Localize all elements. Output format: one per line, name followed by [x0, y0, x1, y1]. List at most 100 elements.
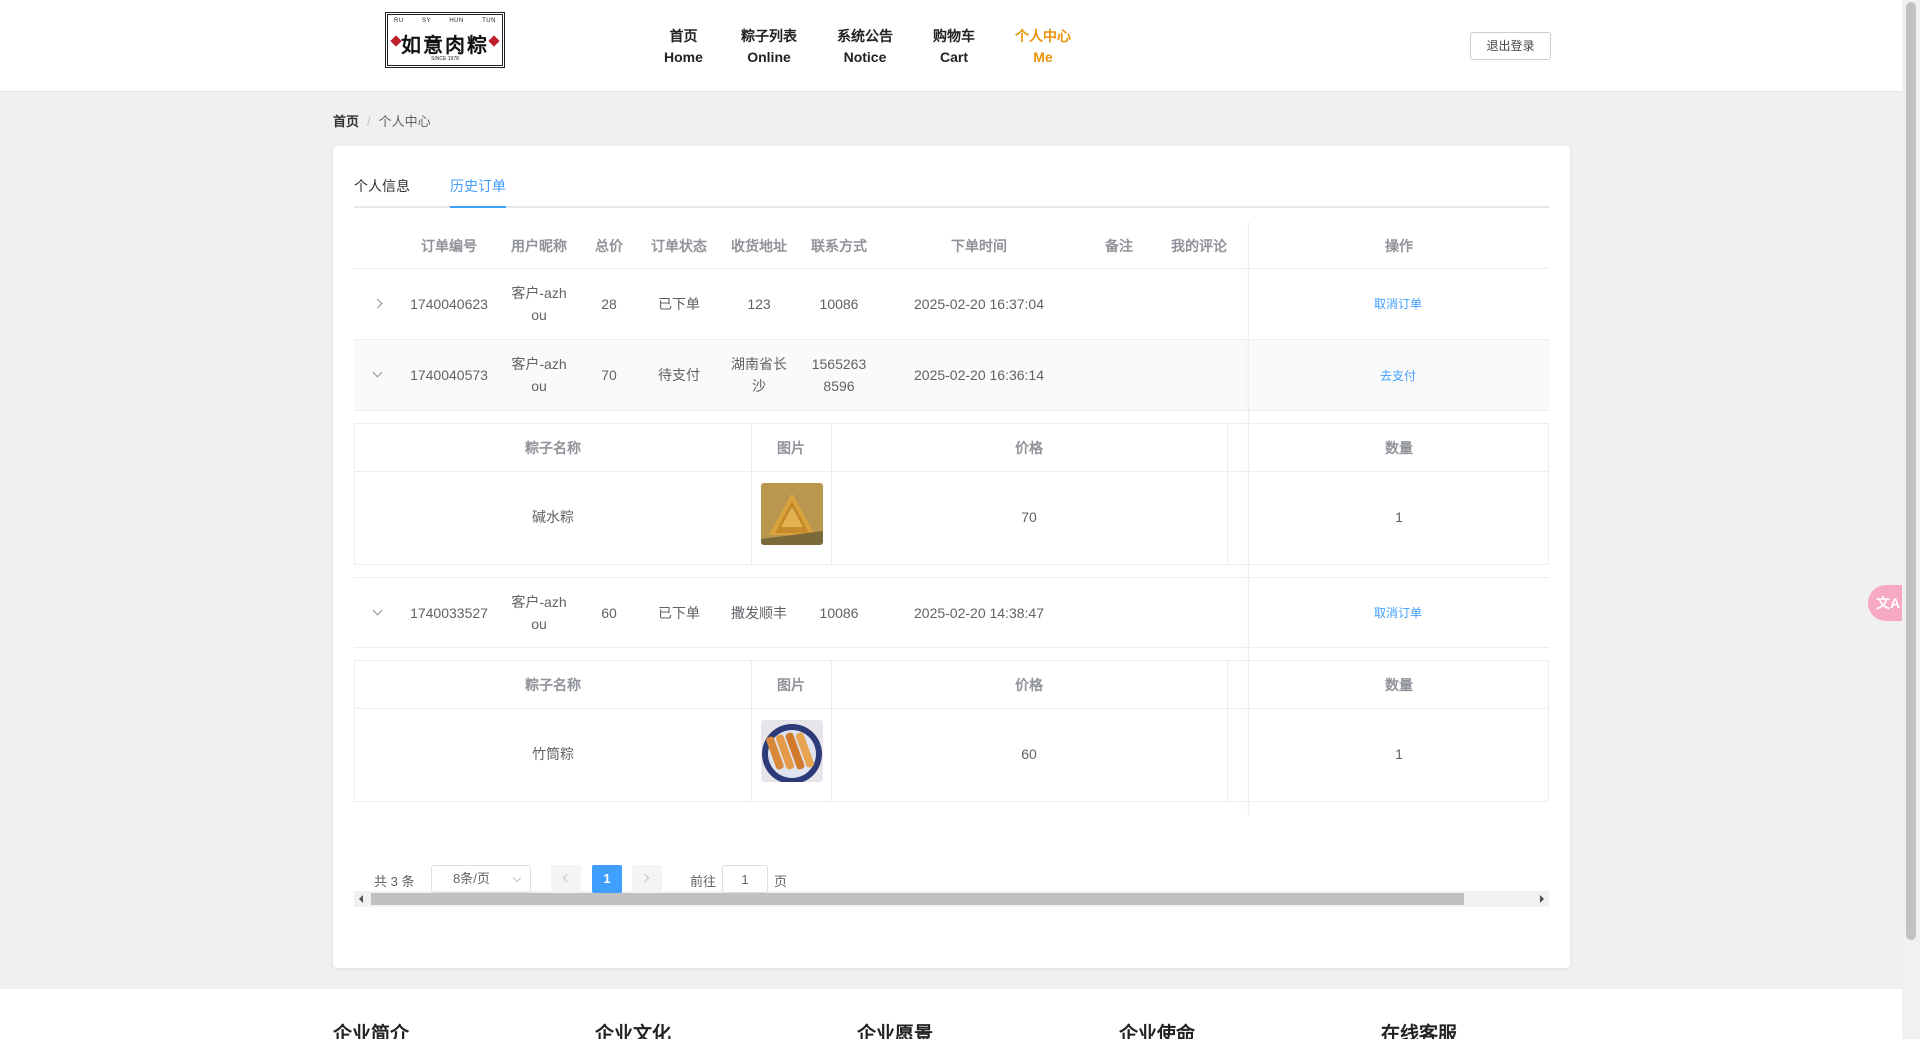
expand-chevron-down-icon[interactable]	[372, 369, 384, 381]
item-qty: 1	[1395, 509, 1403, 525]
col-time: 下单时间	[951, 238, 1007, 254]
nav-me[interactable]: 个人中心 Me	[1015, 26, 1071, 68]
col-item-qty: 数量	[1385, 440, 1413, 456]
order-user: 客户-azh ou	[511, 356, 567, 394]
order-id: 1740040573	[410, 367, 488, 383]
footer-company-culture: 企业文化	[595, 1024, 672, 1039]
cancel-order-button[interactable]: 取消订单	[1348, 604, 1448, 621]
goto-label: 前往	[690, 874, 717, 889]
next-page-button[interactable]	[632, 865, 662, 893]
item-price: 60	[1021, 746, 1037, 762]
col-item-name: 粽子名称	[525, 440, 581, 456]
col-order-id: 订单编号	[421, 238, 477, 254]
order-total: 28	[601, 296, 617, 312]
page-size-value: 8条/页	[453, 871, 490, 886]
col-status: 订单状态	[651, 238, 707, 254]
order-address: 123	[747, 296, 771, 312]
order-phone: 10086	[819, 296, 859, 312]
chevron-right-icon	[640, 873, 650, 883]
cancel-order-button[interactable]: 取消订单	[1348, 295, 1448, 312]
col-item-price: 价格	[1015, 677, 1043, 693]
footer-company-vision: 企业愿景	[857, 1024, 934, 1039]
order-total: 70	[601, 367, 617, 383]
tab-active-indicator	[450, 206, 506, 208]
breadcrumb: 首页 / 个人中心	[333, 111, 431, 130]
tab-bar: 个人信息 历史订单	[354, 176, 1549, 208]
logo-name: 如意肉粽	[401, 33, 489, 57]
order-id: 1740040623	[410, 296, 488, 312]
footer: 企业简介 企业文化 企业愿景 企业使命 在线客服	[0, 989, 1902, 1039]
nav-notice[interactable]: 系统公告 Notice	[837, 26, 893, 68]
order-phone: 1565263 8596	[811, 356, 867, 394]
table-horizontal-scrollbar[interactable]	[354, 891, 1549, 907]
orders-table-header: 订单编号 用户昵称 总价 订单状态 收货地址 联系方式 下单时间 备注 我的评论…	[354, 222, 1549, 269]
col-item-price: 价格	[1015, 440, 1043, 456]
goto-page-input[interactable]	[722, 865, 768, 893]
col-comment: 我的评论	[1171, 238, 1227, 254]
nav-home[interactable]: 首页 Home	[664, 26, 703, 68]
col-item-qty: 数量	[1385, 677, 1413, 693]
item-name: 竹筒粽	[532, 746, 574, 762]
order-items-table: 粽子名称 图片 价格 数量 竹筒粽 60 1	[354, 660, 1549, 802]
breadcrumb-separator: /	[367, 114, 371, 129]
col-user: 用户昵称	[511, 238, 567, 254]
pagination-total: 共 3 条	[374, 874, 415, 889]
order-items-table: 粽子名称 图片 价格 数量 碱水粽 70 1	[354, 423, 1549, 565]
tab-personal-info[interactable]: 个人信息	[354, 176, 410, 196]
logout-button[interactable]: 退出登录	[1470, 32, 1551, 60]
item-qty: 1	[1395, 746, 1403, 762]
chevron-left-icon	[562, 873, 572, 883]
footer-company-mission: 企业使命	[1119, 1024, 1196, 1039]
page-vertical-scrollbar[interactable]	[1902, 0, 1920, 1039]
order-items-header: 粽子名称 图片 价格 数量	[355, 424, 1548, 472]
order-phone: 10086	[819, 605, 859, 621]
col-total: 总价	[595, 238, 623, 254]
nav-online[interactable]: 粽子列表 Online	[741, 26, 797, 68]
col-item-image: 图片	[777, 440, 805, 456]
zongzi-bamboo-image	[761, 720, 823, 782]
footer-online-service[interactable]: 在线客服	[1381, 1019, 1457, 1039]
order-status: 已下单	[658, 605, 700, 621]
tab-order-history[interactable]: 历史订单	[450, 176, 506, 196]
page-number-button[interactable]: 1	[592, 865, 622, 893]
col-remark: 备注	[1105, 238, 1133, 254]
expand-chevron-down-icon[interactable]	[372, 607, 384, 619]
scroll-thumb[interactable]	[371, 893, 1464, 905]
col-item-image: 图片	[777, 677, 805, 693]
fixed-column-divider	[1248, 222, 1249, 815]
footer-company-intro: 企业简介	[333, 1024, 410, 1039]
header: RU SY HUN TUN 如意肉粽 SINCE 1978 首页 Home 粽子列表 On…	[0, 0, 1902, 92]
order-status: 已下单	[658, 296, 700, 312]
nav-cart[interactable]: 购物车 Cart	[933, 26, 975, 68]
order-address: 湖南省长沙	[731, 356, 787, 394]
order-time: 2025-02-20 14:38:47	[914, 605, 1044, 621]
prev-page-button[interactable]	[551, 865, 581, 893]
item-price: 70	[1021, 509, 1037, 525]
zongzi-alkaline-image	[761, 483, 823, 545]
pay-order-button[interactable]: 去支付	[1348, 367, 1448, 384]
col-address: 收货地址	[731, 238, 787, 254]
brand-logo[interactable]: RU SY HUN TUN 如意肉粽 SINCE 1978	[385, 12, 505, 68]
expand-chevron-right-icon[interactable]	[372, 298, 384, 310]
scroll-right-arrow-icon[interactable]	[1540, 895, 1544, 903]
logo-since: SINCE 1978	[431, 56, 459, 62]
col-phone: 联系方式	[811, 238, 867, 254]
chevron-down-icon	[512, 873, 522, 883]
page-scroll-thumb[interactable]	[1906, 2, 1916, 940]
order-user: 客户-azh ou	[511, 594, 567, 632]
order-time: 2025-02-20 16:37:04	[914, 296, 1044, 312]
order-id: 1740033527	[410, 605, 488, 621]
page-size-select[interactable]: 8条/页	[431, 865, 531, 893]
order-row: 1740040623 客户-azh ou 28 已下单 123 10086 20…	[354, 269, 1549, 340]
order-row: 1740040573 客户-azh ou 70 待支付 湖南省长沙 156526…	[354, 340, 1549, 411]
order-user: 客户-azh ou	[511, 285, 567, 323]
order-address: 撒发顺丰	[731, 605, 787, 621]
content-card: 个人信息 历史订单 订单编号 用户昵称 总价 订单状态 收货地址 联系方式 下单…	[333, 146, 1570, 968]
breadcrumb-current: 个人中心	[378, 114, 431, 129]
col-item-name: 粽子名称	[525, 677, 581, 693]
logo-top-text: RU SY HUN TUN	[394, 18, 496, 24]
order-items-header: 粽子名称 图片 价格 数量	[355, 661, 1548, 709]
scroll-left-arrow-icon[interactable]	[359, 895, 363, 903]
col-action: 操作	[1385, 238, 1413, 254]
breadcrumb-home[interactable]: 首页	[333, 114, 359, 129]
